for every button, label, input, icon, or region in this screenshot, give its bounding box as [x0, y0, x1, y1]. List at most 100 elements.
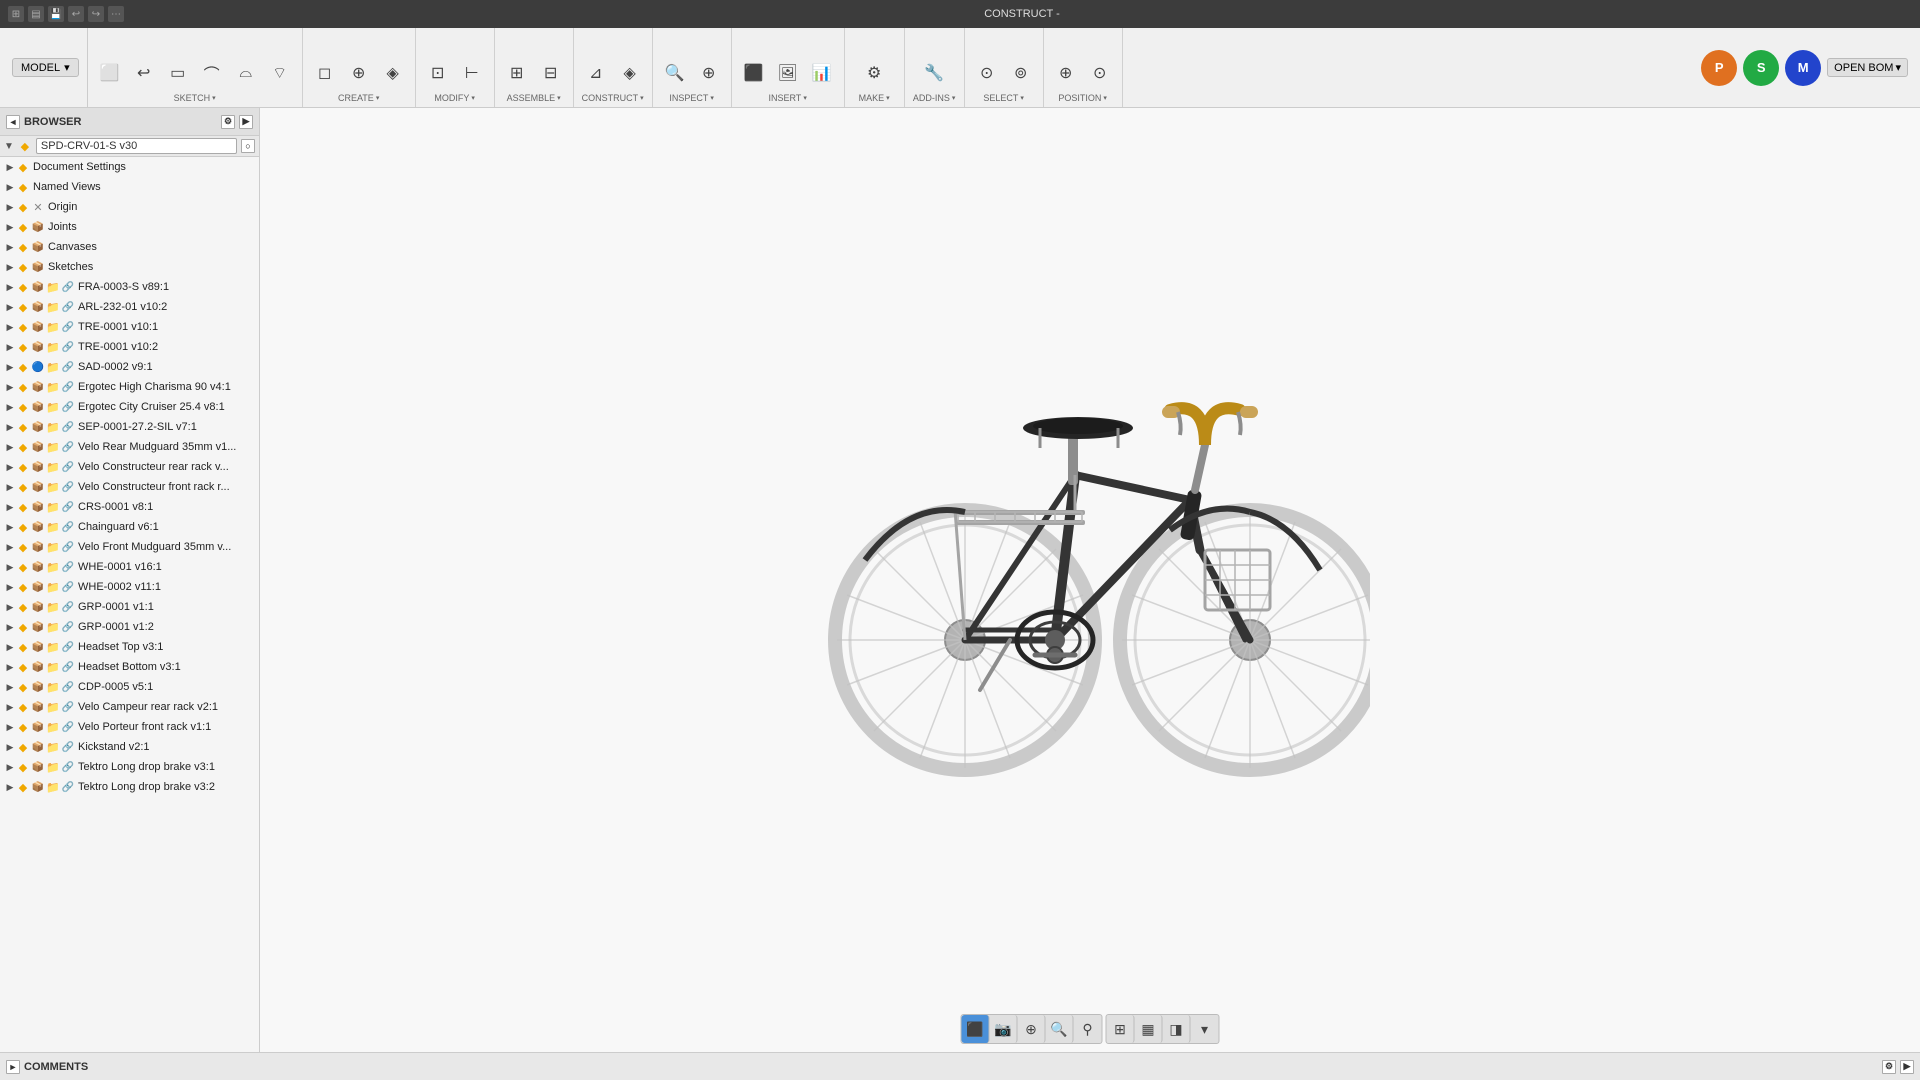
tree-expand-arrow[interactable]: ▶: [4, 641, 16, 653]
tree-expand-arrow[interactable]: ▶: [4, 221, 16, 233]
insert-label[interactable]: INSERT ▾: [768, 93, 806, 103]
tree-visibility-icon[interactable]: ◆: [16, 240, 30, 254]
view-render-button[interactable]: ◨: [1163, 1015, 1191, 1043]
tree-visibility-icon[interactable]: ◆: [16, 540, 30, 554]
comments-settings[interactable]: ⚙: [1882, 1060, 1896, 1074]
comments-pin[interactable]: ▶: [1900, 1060, 1914, 1074]
modify-icon-2[interactable]: ⊢: [456, 57, 488, 89]
tree-item[interactable]: ▶◆📦📁🔗Velo Constructeur rear rack v...: [0, 457, 259, 477]
tree-visibility-icon[interactable]: ◆: [16, 440, 30, 454]
tree-visibility-icon[interactable]: ◆: [16, 220, 30, 234]
tree-expand-arrow[interactable]: ▶: [4, 201, 16, 213]
addins-label[interactable]: ADD-INS ▾: [913, 93, 956, 103]
view-search-button[interactable]: ⚲: [1074, 1015, 1102, 1043]
tree-visibility-icon[interactable]: ◆: [16, 640, 30, 654]
tree-expand-arrow[interactable]: ▶: [4, 481, 16, 493]
tree-expand-arrow[interactable]: ▶: [4, 181, 16, 193]
file-icon[interactable]: ▤: [28, 6, 44, 22]
redo-icon[interactable]: ↪: [88, 6, 104, 22]
tree-visibility-icon[interactable]: ◆: [16, 400, 30, 414]
tree-expand-arrow[interactable]: ▶: [4, 701, 16, 713]
tree-visibility-icon[interactable]: ◆: [16, 660, 30, 674]
browser-pin-icon[interactable]: ▶: [239, 115, 253, 129]
make-label[interactable]: MAKE ▾: [859, 93, 890, 103]
create-label[interactable]: CREATE ▾: [338, 93, 379, 103]
assemble-icon-2[interactable]: ⊟: [535, 57, 567, 89]
inspect-icon-2[interactable]: ⊕: [693, 57, 725, 89]
tree-visibility-icon[interactable]: ◆: [16, 180, 30, 194]
tree-visibility-icon[interactable]: ◆: [16, 580, 30, 594]
tree-item[interactable]: ▶◆📦📁🔗FRA-0003-S v89:1: [0, 277, 259, 297]
view-more-button[interactable]: ▾: [1191, 1015, 1219, 1043]
view-camera-button[interactable]: 📷: [990, 1015, 1018, 1043]
tree-expand-arrow[interactable]: ▶: [4, 441, 16, 453]
tree-visibility-icon[interactable]: ◆: [16, 160, 30, 174]
tree-item[interactable]: ▶◆📦📁🔗ARL-232-01 v10:2: [0, 297, 259, 317]
tree-visibility-icon[interactable]: ◆: [16, 380, 30, 394]
tree-item[interactable]: ▶◆📦📁🔗Ergotec High Charisma 90 v4:1: [0, 377, 259, 397]
position-icon-2[interactable]: ⊙: [1084, 57, 1116, 89]
tree-item[interactable]: ▶◆✕Origin: [0, 197, 259, 217]
undo-icon[interactable]: ↩: [68, 6, 84, 22]
tree-item[interactable]: ▶◆📦Canvases: [0, 237, 259, 257]
tree-item[interactable]: ▶◆📦📁🔗Velo Porteur front rack v1:1: [0, 717, 259, 737]
tree-expand-arrow[interactable]: ▶: [4, 661, 16, 673]
tree-item[interactable]: ▶◆📦📁🔗Tektro Long drop brake v3:1: [0, 757, 259, 777]
addins-icon-1[interactable]: 🔧: [918, 57, 950, 89]
modify-icon-1[interactable]: ⊡: [422, 57, 454, 89]
view-zoom-button[interactable]: 🔍: [1046, 1015, 1074, 1043]
active-comp-activate[interactable]: ○: [241, 139, 255, 153]
tree-item[interactable]: ▶◆📦📁🔗WHE-0002 v11:1: [0, 577, 259, 597]
tree-visibility-icon[interactable]: ◆: [16, 300, 30, 314]
tree-expand-arrow[interactable]: ▶: [4, 281, 16, 293]
tree-item[interactable]: ▶◆📦📁🔗Headset Top v3:1: [0, 637, 259, 657]
tree-expand-arrow[interactable]: ▶: [4, 781, 16, 793]
tree-visibility-icon[interactable]: ◆: [16, 700, 30, 714]
tree-expand-arrow[interactable]: ▶: [4, 381, 16, 393]
profile-m-button[interactable]: M: [1785, 50, 1821, 86]
tree-visibility-icon[interactable]: ◆: [16, 620, 30, 634]
tree-item[interactable]: ▶◆🔵📁🔗SAD-0002 v9:1: [0, 357, 259, 377]
browser-settings-icon[interactable]: ⚙: [221, 115, 235, 129]
inspect-icon-1[interactable]: 🔍: [659, 57, 691, 89]
tree-expand-arrow[interactable]: ▶: [4, 401, 16, 413]
tree-visibility-icon[interactable]: ◆: [16, 340, 30, 354]
sketch-icon-2[interactable]: ↩: [128, 57, 160, 89]
tree-expand-arrow[interactable]: ▶: [4, 161, 16, 173]
insert-icon-1[interactable]: ⬛: [738, 57, 770, 89]
tree-visibility-icon[interactable]: ◆: [16, 600, 30, 614]
view-cube-button[interactable]: ⬛: [962, 1015, 990, 1043]
tree-expand-arrow[interactable]: ▶: [4, 241, 16, 253]
modify-label[interactable]: MODIFY ▾: [434, 93, 475, 103]
profile-s-button[interactable]: S: [1743, 50, 1779, 86]
tree-item[interactable]: ▶◆📦📁🔗GRP-0001 v1:2: [0, 617, 259, 637]
select-icon-2[interactable]: ⊚: [1005, 57, 1037, 89]
tree-item[interactable]: ▶◆📦Joints: [0, 217, 259, 237]
tree-item[interactable]: ▶◆📦📁🔗CDP-0005 v5:1: [0, 677, 259, 697]
comments-collapse[interactable]: ►: [6, 1060, 20, 1074]
tree-item[interactable]: ▶◆📦📁🔗Headset Bottom v3:1: [0, 657, 259, 677]
tree-expand-arrow[interactable]: ▶: [4, 761, 16, 773]
tree-expand-arrow[interactable]: ▶: [4, 361, 16, 373]
view-cursor-button[interactable]: ⊕: [1018, 1015, 1046, 1043]
tree-visibility-icon[interactable]: ◆: [16, 680, 30, 694]
tree-expand-arrow[interactable]: ▶: [4, 541, 16, 553]
tree-item[interactable]: ▶◆📦📁🔗TRE-0001 v10:2: [0, 337, 259, 357]
tree-visibility-icon[interactable]: ◆: [16, 200, 30, 214]
tree-visibility-icon[interactable]: ◆: [16, 460, 30, 474]
sketch-icon-5[interactable]: ⌓: [230, 57, 262, 89]
tree-expand-arrow[interactable]: ▶: [4, 321, 16, 333]
tree-item[interactable]: ▶◆📦Sketches: [0, 257, 259, 277]
tree-expand-arrow[interactable]: ▶: [4, 621, 16, 633]
create-icon-2[interactable]: ⊕: [343, 57, 375, 89]
tree-visibility-icon[interactable]: ◆: [16, 780, 30, 794]
tree-item[interactable]: ▶◆📦📁🔗Velo Constructeur front rack r...: [0, 477, 259, 497]
tree-visibility-icon[interactable]: ◆: [16, 500, 30, 514]
tree-visibility-icon[interactable]: ◆: [16, 480, 30, 494]
inspect-label[interactable]: INSPECT ▾: [669, 93, 714, 103]
tree-visibility-icon[interactable]: ◆: [16, 740, 30, 754]
select-label[interactable]: SELECT ▾: [983, 93, 1024, 103]
tree-visibility-icon[interactable]: ◆: [16, 360, 30, 374]
tree-expand-arrow[interactable]: ▶: [4, 601, 16, 613]
sketch-icon-1[interactable]: ⬜: [94, 57, 126, 89]
